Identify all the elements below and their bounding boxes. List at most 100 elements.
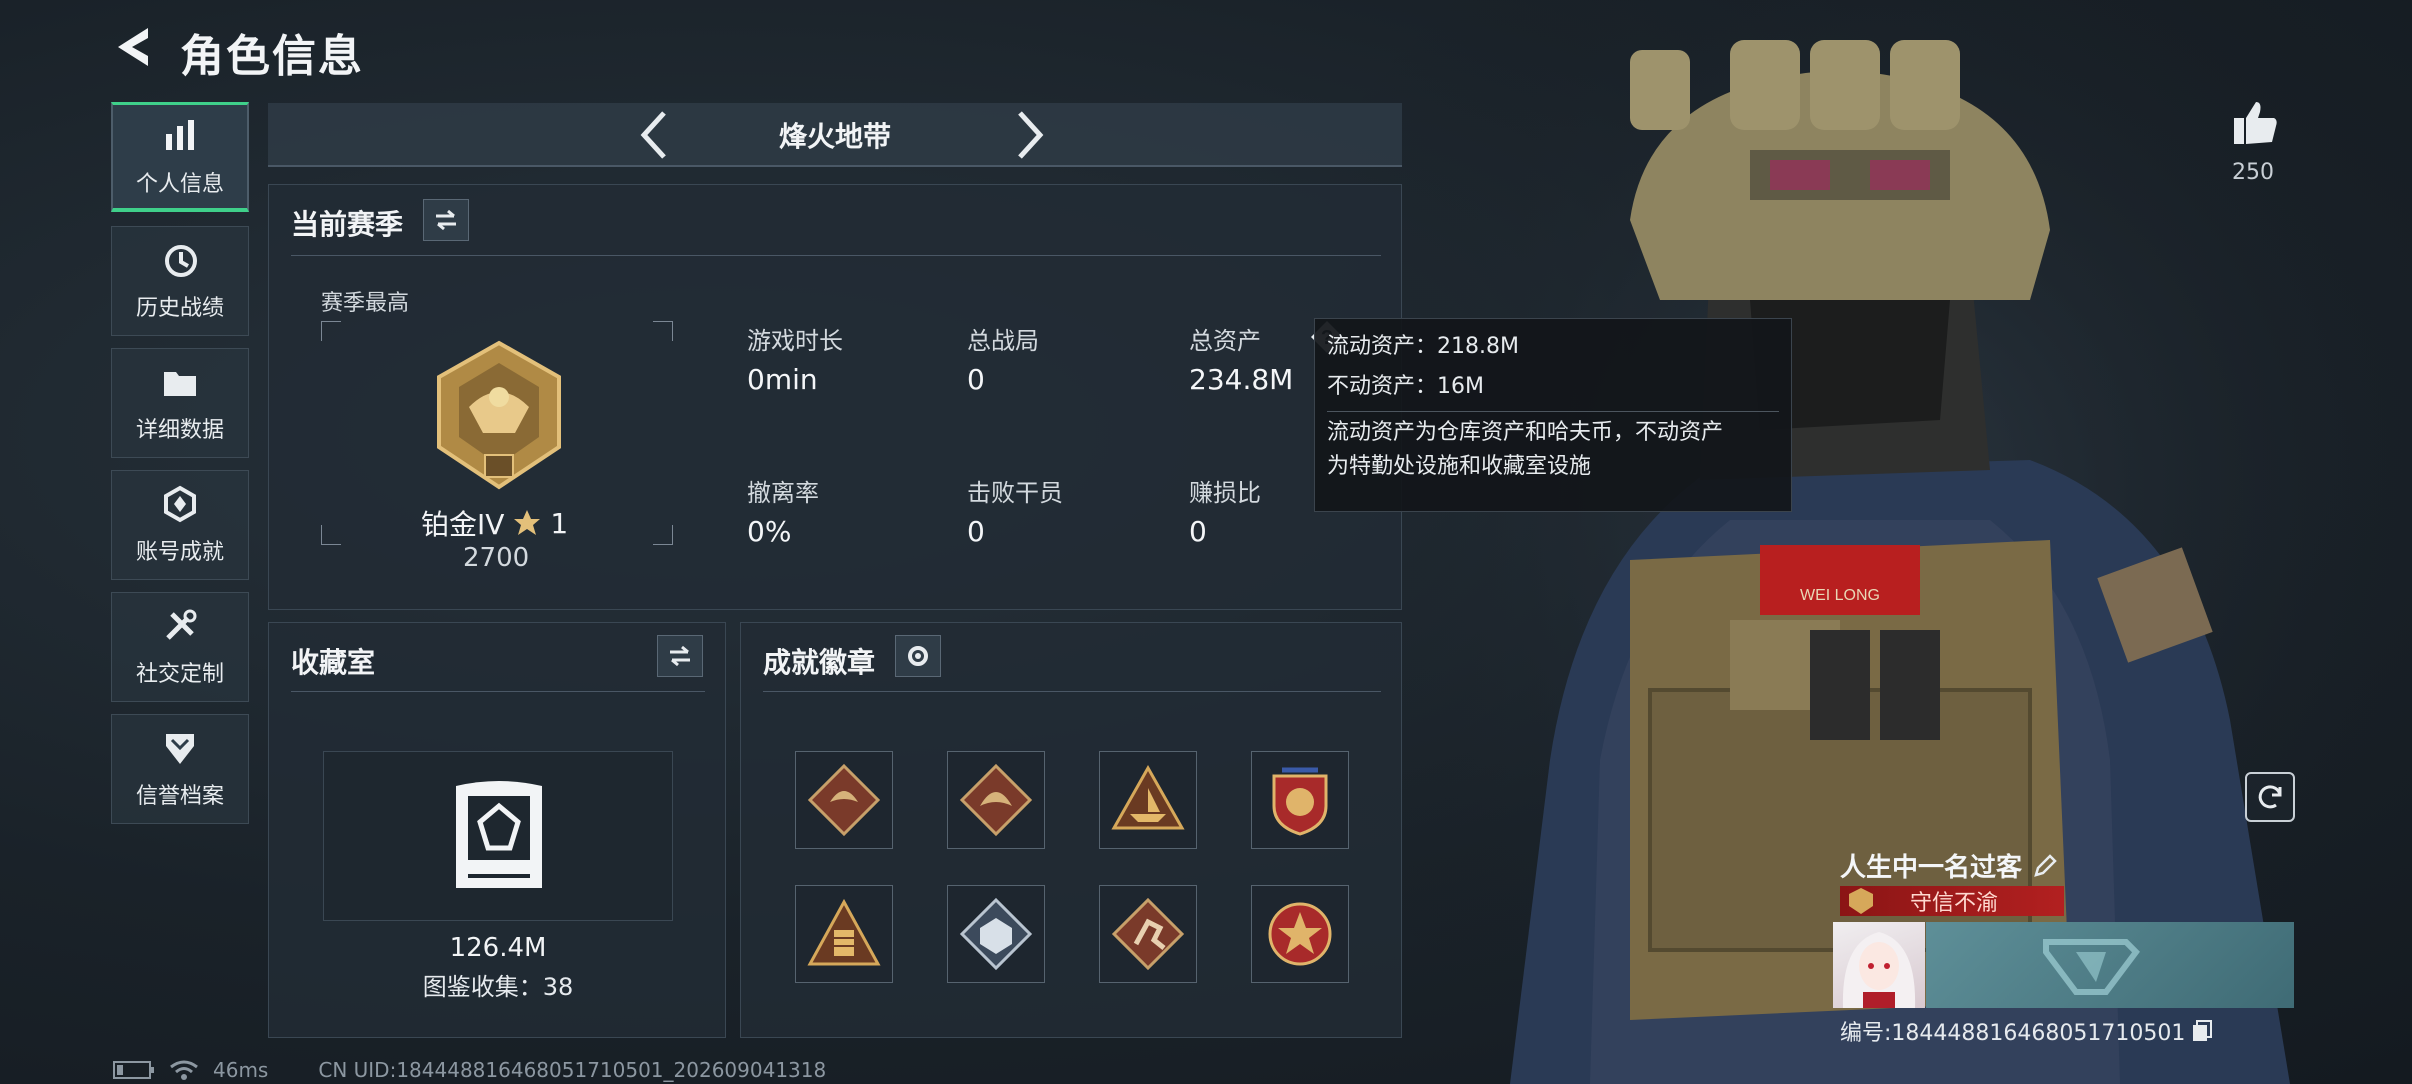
like-count: 250	[2232, 160, 2274, 185]
clock-history-icon	[165, 245, 197, 277]
badge-slot[interactable]	[947, 885, 1045, 983]
rank-name: 铂金IV	[421, 508, 505, 541]
collection-value: 126.4M	[449, 933, 547, 963]
swap-icon	[436, 209, 456, 231]
edit-icon[interactable]	[2032, 853, 2058, 879]
mode-title: 烽火地带	[778, 120, 891, 153]
nav-item-social-custom[interactable]: 社交定制	[111, 592, 249, 702]
emblem-badge-icon	[1272, 767, 1328, 836]
player-name: 人生中一名过客	[1840, 853, 2023, 883]
collection-switch-button[interactable]	[657, 635, 703, 677]
nav-label: 账号成就	[135, 540, 224, 565]
tooltip-note-line1: 流动资产为仓库资产和哈夫币，不动资产	[1327, 420, 1724, 445]
stat-value-profit-ratio: 0	[1189, 515, 1207, 548]
honor-title-bar: 守信不渝	[1840, 886, 2064, 916]
badge-settings-button[interactable]	[895, 635, 941, 677]
badge-slot[interactable]	[1251, 885, 1349, 983]
stat-label-extract-rate: 撤离率	[747, 479, 819, 507]
star-emblem-badge-icon	[1268, 902, 1332, 966]
avatar[interactable]	[1833, 922, 1925, 1008]
tooltip-fixed: 不动资产：16M	[1327, 374, 1484, 399]
dragon-badge-icon	[807, 763, 881, 837]
badge-slot[interactable]	[1251, 751, 1349, 849]
battery-icon	[113, 1061, 154, 1079]
honor-title: 守信不渝	[1910, 891, 1999, 916]
rank-row: 铂金IV 1	[421, 503, 671, 543]
ship-badge-icon	[1111, 764, 1185, 830]
chevron-right-icon[interactable]	[1004, 109, 1054, 161]
tooltip-note-line2: 为特勤处设施和收藏室设施	[1327, 454, 1592, 479]
rotate-view-button[interactable]	[2245, 772, 2295, 822]
collection-catalog: 图鉴收集：38	[422, 973, 574, 1001]
badge-slot[interactable]	[795, 751, 893, 849]
player-id-row: 编号:18444881646805171050​1	[1840, 1015, 2213, 1047]
runner-badge-icon	[1111, 897, 1185, 971]
divider	[291, 255, 1381, 256]
tooltip-liquid: 流动资产：218.8M	[1327, 334, 1519, 359]
badge-slot[interactable]	[947, 751, 1045, 849]
achievement-icon	[164, 485, 196, 523]
nav-label: 信誉档案	[135, 784, 224, 809]
divider	[763, 691, 1381, 692]
stat-value-playtime: 0min	[747, 363, 818, 396]
nav-item-history[interactable]: 历史战绩	[111, 226, 249, 336]
refresh-icon	[2258, 785, 2282, 809]
stat-label-playtime: 游戏时长	[747, 327, 843, 355]
name-card[interactable]	[1926, 922, 2294, 1008]
thumbs-up-icon[interactable]	[2230, 98, 2280, 148]
gear-icon	[908, 646, 928, 666]
season-best-label: 赛季最高	[321, 291, 410, 316]
wifi-icon	[170, 1060, 198, 1080]
nav-label: 个人信息	[135, 171, 224, 197]
name-card-logo-icon	[2043, 939, 2140, 995]
stat-value-total-assets: 234.8M	[1189, 363, 1294, 396]
badges-title: 成就徽章	[763, 646, 876, 679]
mode-selector: 烽火地带	[268, 103, 1402, 167]
stat-value-matches: 0	[967, 363, 985, 396]
nav-item-achievements[interactable]: 账号成就	[111, 470, 249, 580]
honor-badge-icon	[1849, 888, 1873, 914]
collection-panel: 收藏室 126.4M 图鉴收集：38	[268, 622, 726, 1038]
shield-rank-icon	[166, 734, 194, 764]
svg-text:WEI LONG: WEI LONG	[1800, 587, 1880, 604]
dragon-badge-icon	[959, 763, 1033, 837]
folder-icon	[164, 372, 196, 396]
badge-slot[interactable]	[795, 885, 893, 983]
rank-emblem-icon	[437, 340, 561, 490]
bar-chart-icon	[166, 119, 194, 150]
vault-icon	[456, 781, 542, 888]
nav-item-detailed-data[interactable]: 详细数据	[111, 348, 249, 458]
season-switch-button[interactable]	[423, 199, 469, 241]
page-title: 角色信息	[180, 31, 364, 82]
season-title: 当前赛季	[291, 208, 404, 241]
nav-label: 社交定制	[135, 662, 224, 687]
anime-avatar-icon	[1842, 932, 1916, 1008]
rank-score: 2700	[463, 543, 530, 573]
stat-value-kills: 0	[967, 515, 985, 548]
assets-tooltip: 流动资产：218.8M 不动资产：16M 流动资产为仓库资产和哈夫币，不动资产 …	[1314, 318, 1792, 512]
season-panel: 当前赛季 赛季最高 铂金IV 1 2700 游戏时长 0min 总战局 0 总资…	[268, 184, 1402, 610]
player-name-row: 人生中一名过客	[1840, 847, 2058, 884]
divider	[291, 691, 705, 692]
back-button[interactable]	[110, 22, 160, 72]
uid-text: CN UID:18444881646805171050​1_2026090413…	[318, 1058, 827, 1082]
copy-icon[interactable]	[2191, 1019, 2213, 1043]
cube-badge-icon	[959, 897, 1033, 971]
nav-label: 详细数据	[135, 418, 224, 443]
badges-panel: 成就徽章	[740, 622, 1402, 1038]
tooltip-note: 流动资产为仓库资产和哈夫币，不动资产 为特勤处设施和收藏室设施	[1327, 411, 1779, 484]
status-bar: 46ms CN UID:18444881646805171050​1_20260…	[113, 1058, 826, 1082]
player-id: 编号:18444881646805171050​1	[1840, 1021, 2186, 1046]
badge-slot[interactable]	[1099, 885, 1197, 983]
nav-item-personal-info[interactable]: 个人信息	[111, 102, 249, 212]
stat-label-matches: 总战局	[967, 327, 1039, 355]
stat-label-total-assets: 总资产	[1189, 327, 1261, 355]
nav-item-reputation[interactable]: 信誉档案	[111, 714, 249, 824]
stat-value-extract-rate: 0%	[747, 515, 792, 548]
stat-label-kills: 击败干员	[967, 479, 1063, 507]
collection-title: 收藏室	[291, 646, 376, 679]
badge-slot[interactable]	[1099, 751, 1197, 849]
tools-icon	[166, 609, 197, 640]
swap-icon	[670, 645, 690, 667]
collection-preview[interactable]	[323, 751, 673, 921]
